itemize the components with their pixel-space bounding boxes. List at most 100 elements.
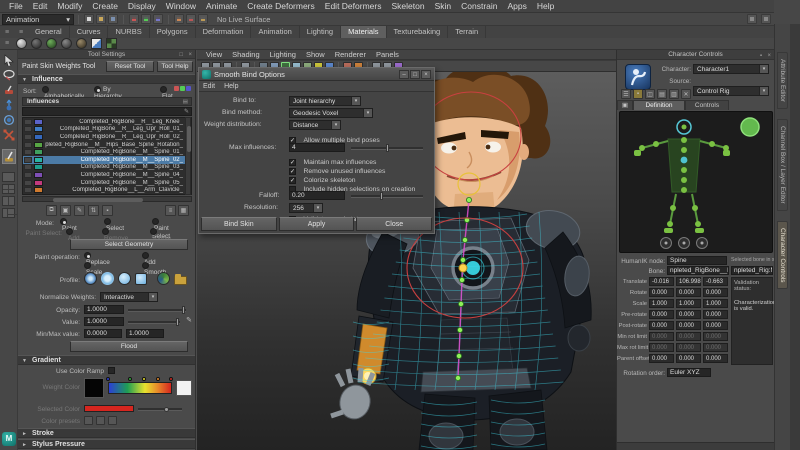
bind-to-dropdown[interactable]: Joint hierarchy▾ — [289, 96, 361, 106]
influence-row[interactable]: _Completed_RigBone__M__Spine_02 — [23, 156, 191, 164]
tool-help-button[interactable]: Tool Help — [157, 61, 193, 72]
menu-item-skeleton[interactable]: Skeleton — [386, 0, 429, 13]
green-swatch-icon[interactable] — [180, 86, 185, 91]
shelf-tab-lighting[interactable]: Lighting — [300, 26, 341, 38]
phong-material-icon[interactable] — [76, 38, 87, 49]
reset-tool-button[interactable]: Reset Tool — [106, 61, 154, 72]
stylus-pressure-section-header[interactable]: ►Stylus Pressure — [18, 439, 195, 449]
attr-cell-post-rotate-0[interactable]: 0.000 — [649, 321, 674, 330]
select-tool-icon[interactable] — [2, 53, 16, 66]
influence-section-header[interactable]: ▼Influence — [18, 74, 195, 84]
gradient-section-header[interactable]: ▼Gradient — [18, 355, 195, 365]
hik-save-icon[interactable]: ▥ — [669, 89, 679, 99]
menu-item-create-deformers[interactable]: Create Deformers — [242, 0, 320, 13]
character-controls-header[interactable]: Character Controls ▪ × — [617, 50, 774, 60]
influence-color-swatch[interactable] — [34, 187, 43, 193]
menu-item-modify[interactable]: Modify — [52, 0, 87, 13]
max-value-field[interactable]: 1.0000 — [126, 329, 164, 338]
list-view-icon[interactable]: ≡ — [165, 205, 176, 216]
influence-row[interactable]: _Completed_RigBone__R__Leg_Upr_Roll_02 — [23, 133, 191, 141]
influence-color-swatch[interactable] — [34, 119, 43, 125]
selected-color-bar[interactable] — [84, 405, 134, 412]
falloff-slider[interactable] — [351, 195, 423, 198]
viewport-menu-view[interactable]: View — [201, 50, 227, 59]
influence-color-swatch[interactable] — [34, 164, 43, 170]
shelf-tab-animation[interactable]: Animation — [251, 26, 299, 38]
tab-controls[interactable]: Controls — [685, 100, 729, 110]
layout-persp-outliner-icon[interactable] — [2, 208, 15, 218]
hik-delete-icon[interactable]: ✕ — [681, 89, 691, 99]
dock-icon[interactable]: □ — [179, 51, 183, 60]
color-preset-2[interactable] — [96, 416, 105, 425]
viewport[interactable]: ViewShadingLightingShowRendererPanels Sm… — [197, 50, 616, 450]
color-ramp[interactable] — [108, 382, 172, 394]
source-dropdown[interactable]: Control Rig▾ — [693, 86, 769, 96]
menuset-dropdown[interactable]: Animation ▾ — [2, 14, 74, 25]
menu-item-skin[interactable]: Skin — [430, 0, 457, 13]
grid-view-icon[interactable]: ▦ — [178, 205, 189, 216]
influence-color-swatch[interactable] — [34, 157, 43, 163]
influence-row[interactable]: _Completed_RigBone__M__Spine_03 — [23, 164, 191, 172]
dialog-title-bar[interactable]: Smooth Bind Options – □ × — [199, 68, 434, 81]
influence-color-swatch[interactable] — [34, 180, 43, 186]
min-value-field[interactable]: 0.0000 — [84, 329, 122, 338]
tab-overview-icon[interactable]: ▣ — [617, 100, 633, 110]
toggle-toolsettings-icon[interactable] — [761, 14, 771, 24]
browse-brush-folder-icon[interactable] — [174, 276, 187, 285]
hik-lock-icon[interactable]: ▪ — [633, 89, 643, 99]
influence-search-input[interactable]: ✎ — [22, 107, 192, 116]
layout-two-pane-icon[interactable] — [2, 196, 15, 206]
viewport-menu-shading[interactable]: Shading — [227, 50, 265, 59]
viewport-menu-panels[interactable]: Panels — [371, 50, 404, 59]
color-preset-3[interactable] — [108, 416, 117, 425]
shelf-tab-polygons[interactable]: Polygons — [150, 26, 196, 38]
viewport-menu-renderer[interactable]: Renderer — [330, 50, 371, 59]
attr-cell-translate-1[interactable]: 106.998 — [676, 277, 701, 286]
influence-row[interactable]: _Completed_RigBone__R__Leg_Upr_Roll_01 — [23, 126, 191, 134]
ramp-brush-icon[interactable] — [157, 272, 170, 285]
hik-skeleton-icon[interactable]: ☰ — [621, 89, 631, 99]
filter-icon[interactable]: ▤ — [183, 99, 188, 105]
color-preset-1[interactable] — [84, 416, 93, 425]
use-color-ramp-checkbox[interactable] — [108, 367, 115, 374]
side-tab-character-controls[interactable]: Character Controls — [777, 221, 788, 290]
red-swatch-icon[interactable] — [174, 86, 179, 91]
attr-cell-pre-rotate-2[interactable]: 0.000 — [703, 310, 728, 319]
attr-cell-pre-rotate-1[interactable]: 0.000 — [676, 310, 701, 319]
influences-horizontal-scrollbar[interactable] — [22, 196, 192, 202]
hik-mirror-icon[interactable]: ◫ — [645, 89, 655, 99]
falloff-field[interactable]: 0.20 — [289, 191, 345, 200]
selected-color-slider[interactable] — [138, 408, 182, 411]
max-influences-slider[interactable] — [351, 147, 423, 150]
shelf-menu-icon[interactable]: ≡ — [0, 28, 14, 38]
close-button[interactable]: Close — [356, 217, 432, 231]
close-icon[interactable]: × — [767, 51, 771, 61]
attr-cell-rotate-0[interactable]: 0.000 — [649, 288, 674, 297]
minimize-icon[interactable]: – — [399, 70, 409, 79]
render-icon[interactable] — [198, 14, 208, 24]
attr-cell-scale-0[interactable]: 1.000 — [649, 299, 674, 308]
square-brush-icon[interactable] — [135, 273, 147, 285]
attr-cell-scale-1[interactable]: 1.000 — [676, 299, 701, 308]
stroke-section-header[interactable]: ►Stroke — [18, 428, 195, 438]
attr-cell-parent-offset-r-0[interactable]: 0.000 — [649, 354, 674, 363]
menu-item-constrain[interactable]: Constrain — [456, 0, 502, 13]
shelf-tab-nurbs[interactable]: NURBS — [108, 26, 149, 38]
influence-color-swatch[interactable] — [34, 149, 43, 155]
character-dropdown[interactable]: Character1▾ — [693, 64, 769, 74]
influence-row[interactable]: _Completed_RigBone__M__Spine_04 — [23, 171, 191, 179]
medium-brush-icon[interactable] — [101, 272, 114, 285]
hik-load-icon[interactable]: ▤ — [657, 89, 667, 99]
influence-color-swatch[interactable] — [34, 134, 43, 140]
ramp-selected-color-swatch[interactable] — [176, 380, 192, 396]
tab-definition[interactable]: Definition — [633, 100, 685, 110]
hard-brush-icon[interactable] — [118, 272, 131, 285]
attr-cell-post-rotate-1[interactable]: 0.000 — [676, 321, 701, 330]
menu-item-create[interactable]: Create — [87, 0, 123, 13]
new-scene-icon[interactable] — [84, 14, 94, 24]
influence-color-swatch[interactable] — [34, 142, 43, 148]
tool-settings-header[interactable]: Tool Settings □ × — [18, 50, 195, 59]
influence-color-swatch[interactable] — [34, 172, 43, 178]
snap-curve-icon[interactable] — [141, 14, 151, 24]
lock-weights-icon[interactable]: ▣ — [60, 205, 71, 216]
